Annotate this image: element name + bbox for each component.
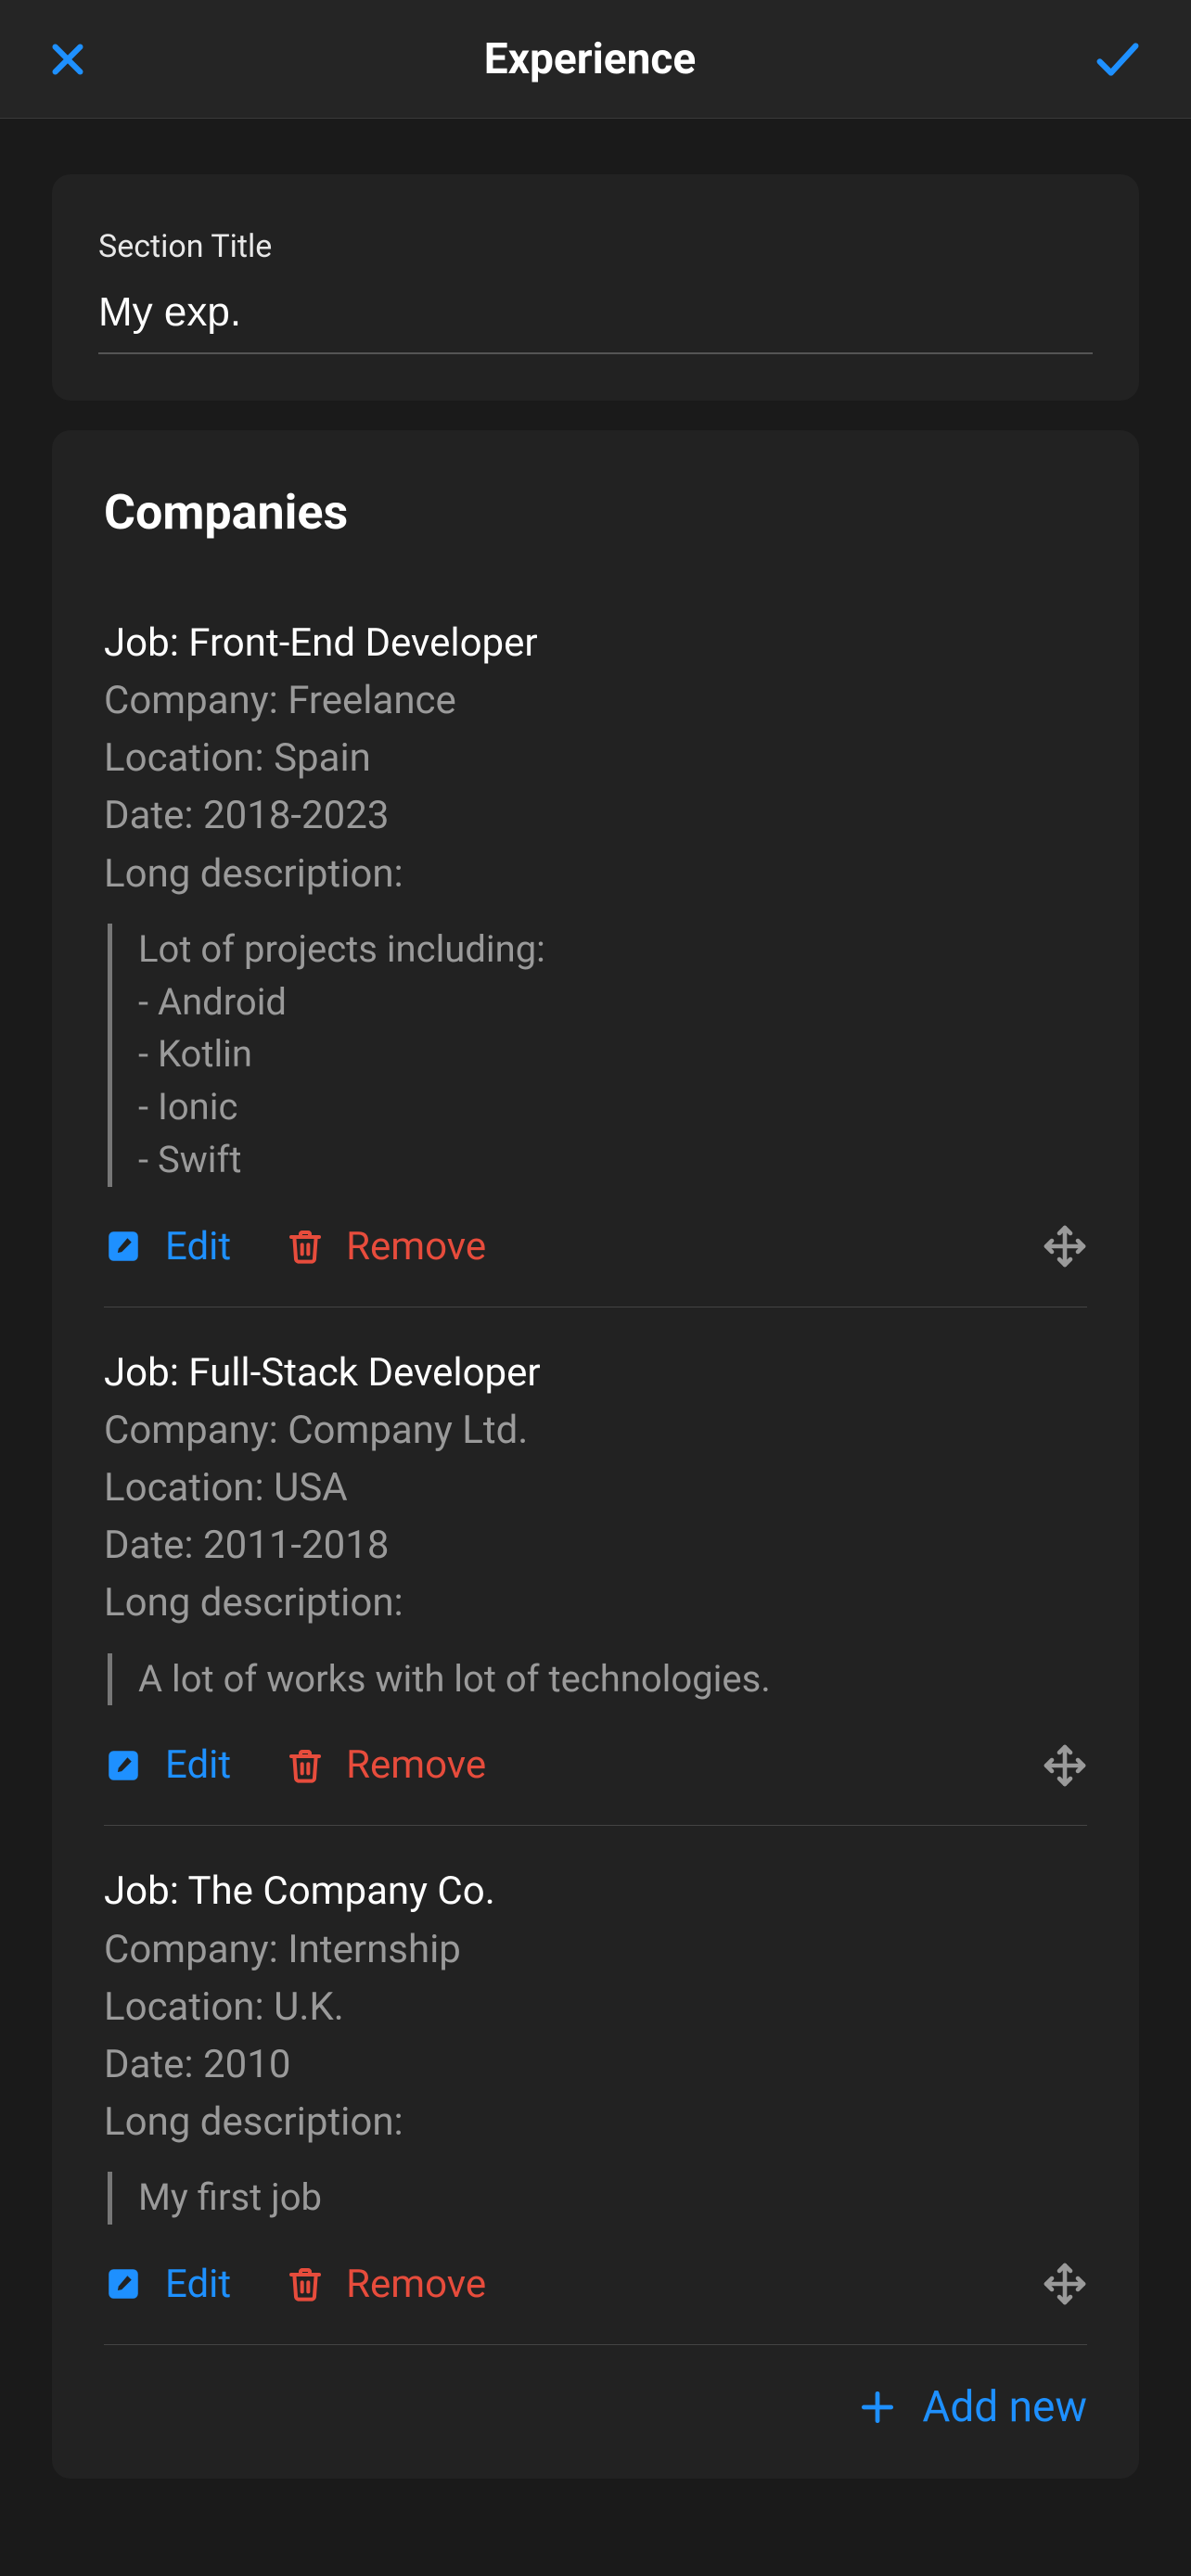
job-location: Location: Spain	[104, 730, 1087, 787]
job-description-block: My first job	[108, 2172, 1087, 2225]
job-company: Company: Internship	[104, 1921, 1087, 1979]
job-description: My first job	[138, 2172, 1087, 2225]
trash-icon	[287, 1228, 324, 1265]
remove-button[interactable]: Remove	[287, 2262, 486, 2307]
section-title-input[interactable]	[98, 282, 1093, 354]
drag-handle[interactable]	[1043, 2262, 1087, 2306]
header-bar: Experience	[0, 0, 1191, 119]
drag-handle[interactable]	[1043, 1224, 1087, 1269]
add-new-button[interactable]: Add new	[857, 2382, 1087, 2432]
job-company: Company: Freelance	[104, 672, 1087, 730]
job-date: Date: 2010	[104, 2036, 1087, 2094]
edit-icon	[104, 1746, 143, 1785]
section-title-label: Section Title	[98, 228, 1093, 265]
edit-icon	[104, 2264, 143, 2303]
job-description: A lot of works with lot of technologies.	[138, 1653, 1087, 1706]
job-longdesc-label: Long description:	[104, 2094, 1087, 2151]
job-title: Job: The Company Co.	[104, 1863, 1087, 1920]
move-icon	[1043, 1224, 1087, 1269]
job-company: Company: Company Ltd.	[104, 1402, 1087, 1460]
edit-label: Edit	[165, 1742, 231, 1788]
job-actions-row: Edit Remove	[104, 1224, 1087, 1269]
remove-button[interactable]: Remove	[287, 1224, 486, 1269]
close-button[interactable]	[46, 38, 89, 81]
edit-icon	[104, 1227, 143, 1266]
close-icon	[46, 38, 89, 81]
job-entry: Job: Front-End DeveloperCompany: Freelan…	[104, 615, 1087, 1307]
add-new-row: Add new	[104, 2344, 1087, 2432]
move-icon	[1043, 2262, 1087, 2306]
edit-label: Edit	[165, 1224, 231, 1269]
job-longdesc-label: Long description:	[104, 1575, 1087, 1632]
companies-heading: Companies	[104, 484, 1087, 541]
remove-label: Remove	[346, 1742, 486, 1788]
remove-label: Remove	[346, 2262, 486, 2307]
section-title-card: Section Title	[52, 174, 1139, 401]
plus-icon	[857, 2387, 898, 2428]
edit-button[interactable]: Edit	[104, 2262, 231, 2307]
job-date: Date: 2018-2023	[104, 787, 1087, 845]
check-icon	[1091, 32, 1145, 86]
job-entry: Job: The Company Co.Company: InternshipL…	[104, 1825, 1087, 2344]
remove-label: Remove	[346, 1224, 486, 1269]
drag-handle[interactable]	[1043, 1743, 1087, 1788]
page-title: Experience	[484, 34, 696, 84]
job-entry: Job: Full-Stack DeveloperCompany: Compan…	[104, 1307, 1087, 1826]
job-title: Job: Front-End Developer	[104, 615, 1087, 672]
job-title: Job: Full-Stack Developer	[104, 1345, 1087, 1402]
trash-icon	[287, 1747, 324, 1784]
add-new-label: Add new	[922, 2382, 1087, 2432]
companies-card: Companies Job: Front-End DeveloperCompan…	[52, 430, 1139, 2479]
job-description: Lot of projects including: - Android - K…	[138, 924, 1087, 1187]
edit-label: Edit	[165, 2262, 231, 2307]
job-actions-row: Edit Remove	[104, 1742, 1087, 1788]
content-area: Section Title Companies Job: Front-End D…	[0, 119, 1191, 2479]
job-date: Date: 2011-2018	[104, 1517, 1087, 1575]
confirm-button[interactable]	[1091, 32, 1145, 86]
edit-button[interactable]: Edit	[104, 1224, 231, 1269]
remove-button[interactable]: Remove	[287, 1742, 486, 1788]
job-description-block: Lot of projects including: - Android - K…	[108, 924, 1087, 1187]
job-description-block: A lot of works with lot of technologies.	[108, 1653, 1087, 1706]
trash-icon	[287, 2265, 324, 2302]
move-icon	[1043, 1743, 1087, 1788]
job-location: Location: U.K.	[104, 1979, 1087, 2036]
job-longdesc-label: Long description:	[104, 846, 1087, 903]
edit-button[interactable]: Edit	[104, 1742, 231, 1788]
job-location: Location: USA	[104, 1460, 1087, 1517]
job-actions-row: Edit Remove	[104, 2262, 1087, 2307]
